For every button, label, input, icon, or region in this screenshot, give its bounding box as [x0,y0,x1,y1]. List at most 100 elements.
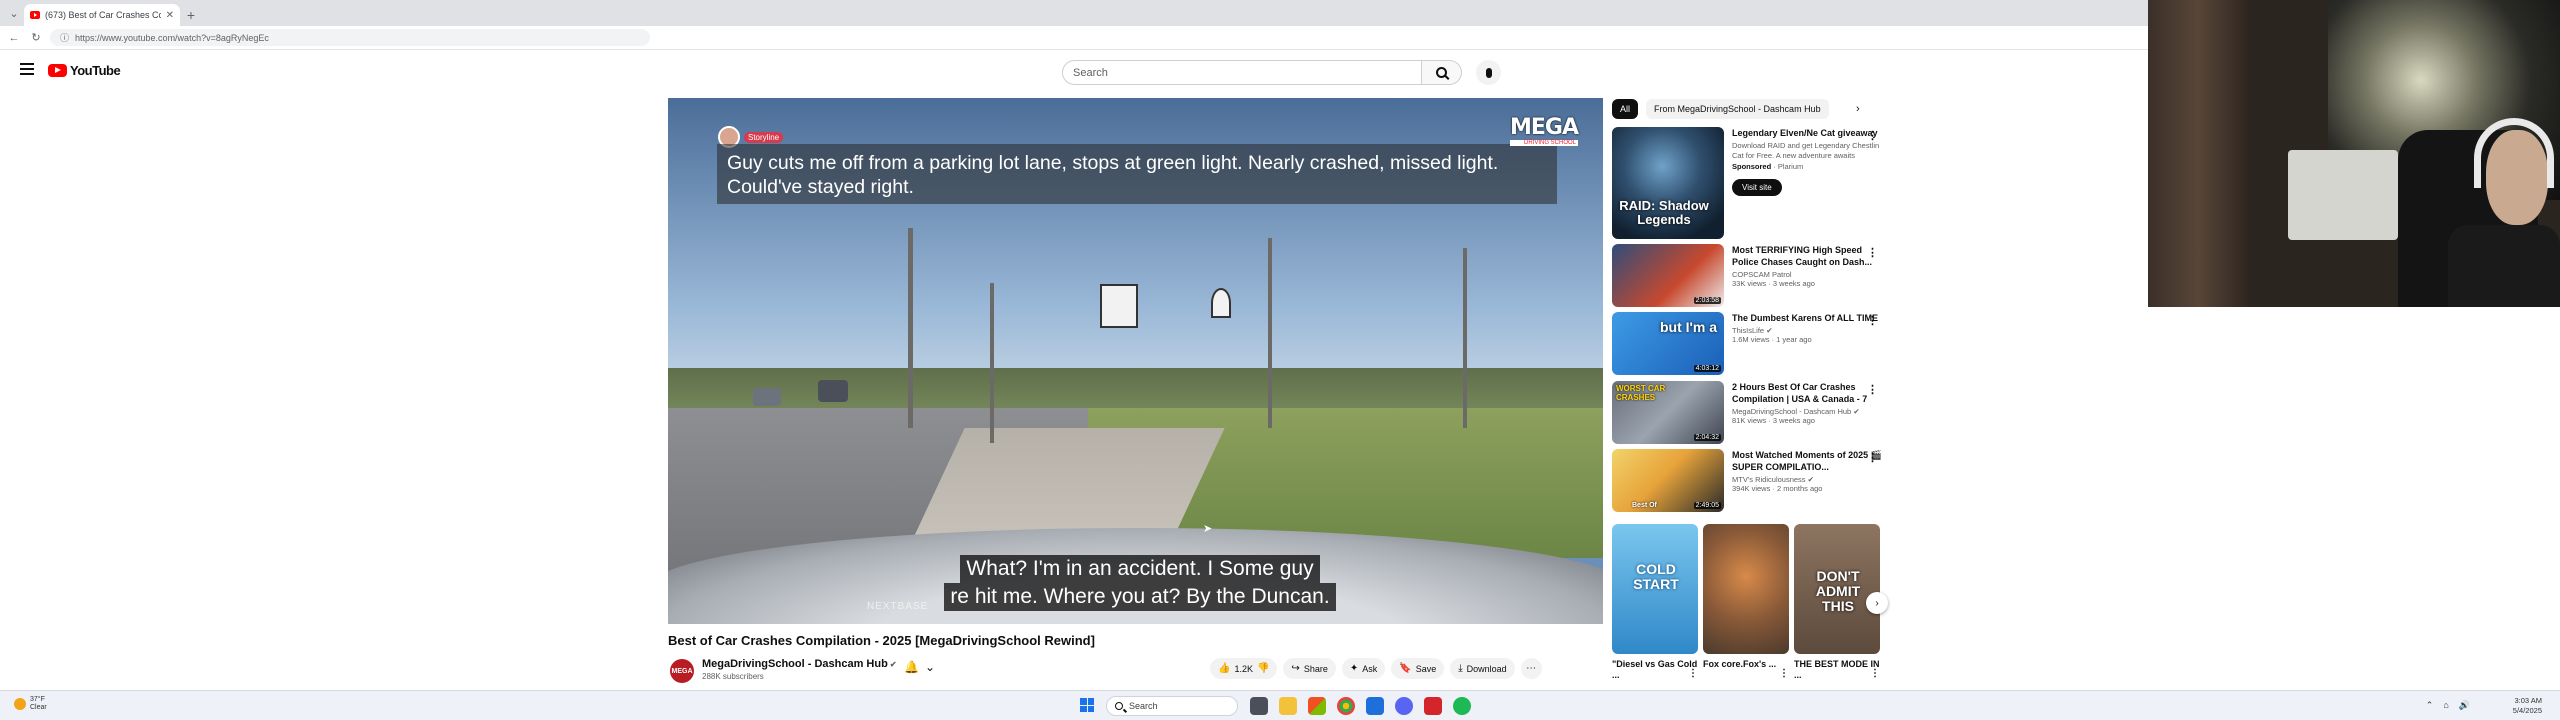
voice-search-button[interactable] [1476,60,1501,85]
new-tab-button[interactable]: + [180,4,202,26]
recommendation-title[interactable]: 2 Hours Best Of Car Crashes Compilation … [1732,381,1884,405]
windows-start-icon[interactable] [1080,698,1094,712]
search-button[interactable] [1422,60,1462,85]
ad-menu-icon[interactable]: ⋮ [1867,129,1878,142]
video-duration: 2:03:58 [1693,297,1721,304]
discord-icon[interactable] [1395,697,1413,715]
recommendation-menu-icon[interactable]: ⋮ [1867,314,1878,327]
taskbar-clock[interactable]: 3:03 AM 5/4/2025 [2513,696,2542,716]
shorts-next-chevron-icon[interactable]: › [1866,592,1888,614]
short-item[interactable]: Fox core.Fox's ... ⋮ [1703,524,1789,681]
share-button[interactable]: ↪ Share [1283,658,1336,679]
subscriber-count: 288K subscribers [702,672,764,681]
short-menu-icon[interactable]: ⋮ [1779,668,1789,679]
sponsored-ad[interactable]: RAID: Shadow Legends Legendary Elven/Ne … [1612,127,1884,239]
subscription-bell-button[interactable]: 🔔 ⌄ [904,660,935,674]
chip-from-channel[interactable]: From MegaDrivingSchool - Dashcam Hub [1646,99,1829,119]
short-title[interactable]: Fox core.Fox's ... [1703,659,1789,670]
youtube-logo[interactable]: YouTube [48,63,121,78]
recommendation-channel[interactable]: COPSCAM Patrol [1732,270,1884,279]
visit-site-button[interactable]: Visit site [1732,179,1782,196]
download-label: Download [1466,663,1507,674]
short-item[interactable]: COLD START "Diesel vs Gas Cold ... ⋮ [1612,524,1698,681]
task-view-icon[interactable] [1250,697,1268,715]
verified-icon: ✔ [1853,407,1860,416]
youtube-wordmark: YouTube [70,63,121,78]
short-menu-icon[interactable]: ⋮ [1688,668,1698,679]
recommendation-thumbnail[interactable]: 2:03:58 [1612,244,1724,307]
recommendation-title[interactable]: The Dumbest Karens Of ALL TIME [1732,312,1884,324]
ad-advertiser: Plarium [1777,162,1804,171]
download-icon: ⤓ [1458,663,1463,674]
channel-text: ThisIsLife [1732,326,1765,335]
site-info-icon[interactable]: ⓘ [60,31,69,44]
chrome-icon[interactable] [1337,697,1355,715]
recommendation-menu-icon[interactable]: ⋮ [1867,451,1878,464]
storyline-label: Storyline [744,131,784,143]
like-count[interactable]: 1.2K [1234,664,1253,674]
app-icon[interactable] [1424,697,1442,715]
chips-next-chevron-icon[interactable]: › [1856,103,1860,115]
recommendation-thumbnail[interactable]: WORST CAR CRASHES 2:04:32 [1612,381,1724,444]
search-input[interactable]: Search [1062,60,1422,85]
download-button[interactable]: ⤓ Download [1450,658,1515,679]
video-player[interactable]: Storyline Guy cuts me off from a parking… [668,98,1603,624]
channel-name[interactable]: MegaDrivingSchool - Dashcam Hub ✔ [702,658,897,670]
short-thumbnail[interactable] [1703,524,1789,654]
taskbar-search[interactable]: Search [1106,696,1238,716]
more-actions-icon[interactable]: ⋯ [1520,658,1542,679]
browser-tab-active[interactable]: (673) Best of Car Crashes Co ✕ [24,4,180,26]
weather-widget[interactable]: 37°F Clear [14,696,47,712]
tab-list-chevron-icon[interactable]: ⌄ [4,0,24,26]
share-icon: ↪ [1291,663,1300,674]
taskbar-search-icon [1115,702,1123,710]
recommendation-item[interactable]: Best Of 2:49:05 Most Watched Moments of … [1612,449,1884,512]
address-bar[interactable]: ⓘ https://www.youtube.com/watch?v=8agRyN… [50,29,650,46]
chip-all[interactable]: All [1612,99,1639,119]
short-menu-icon[interactable]: ⋮ [1870,668,1880,679]
taskbar-search-label: Search [1129,701,1158,711]
webcam-overlay [2148,0,2560,307]
recommendation-thumbnail[interactable]: Best Of 2:49:05 [1612,449,1724,512]
ad-title[interactable]: Legendary Elven/Ne Cat giveaway [1732,127,1884,139]
channel-watermark: MEGA DRIVING SCHOOL [1509,115,1579,146]
youtube-favicon-icon [30,11,40,19]
microsoft-store-icon[interactable] [1308,697,1326,715]
short-thumbnail[interactable]: DON'T ADMIT THIS [1794,524,1880,654]
ad-thumbnail[interactable]: RAID: Shadow Legends [1612,127,1724,239]
file-explorer-icon[interactable] [1279,697,1297,715]
dislike-icon[interactable]: 👎 [1257,663,1269,674]
webcam-headphones [2474,118,2554,188]
recommendation-item[interactable]: but I'm a 4:03:12 The Dumbest Karens Of … [1612,312,1884,375]
volume-icon[interactable]: 🔊 [2459,700,2470,711]
reload-icon[interactable]: ↻ [28,30,44,46]
recommendation-item[interactable]: 2:03:58 Most TERRIFYING High Speed Polic… [1612,244,1884,307]
network-icon[interactable]: ⌂ [2443,700,2448,711]
short-title[interactable]: THE BEST MODE IN ... [1794,659,1880,681]
channel-text: MegaDrivingSchool - Dashcam Hub [1732,407,1852,416]
recommendation-channel[interactable]: MegaDrivingSchool - Dashcam Hub ✔ [1732,407,1884,416]
save-button[interactable]: 🔖 Save [1391,658,1445,679]
short-thumbnail[interactable]: COLD START [1612,524,1698,654]
recommendation-item[interactable]: WORST CAR CRASHES 2:04:32 2 Hours Best O… [1612,381,1884,444]
save-label: Save [1415,663,1437,674]
recommendation-channel[interactable]: MTV's Ridiculousness ✔ [1732,475,1884,484]
ask-button[interactable]: ✦ Ask [1341,658,1386,679]
tray-chevron-icon[interactable]: ⌃ [2426,700,2434,711]
recommendation-channel[interactable]: ThisIsLife ✔ [1732,326,1884,335]
recommendation-menu-icon[interactable]: ⋮ [1867,383,1878,396]
tab-close-icon[interactable]: ✕ [166,10,174,21]
like-icon[interactable]: 👍 [1218,663,1230,674]
channel-avatar[interactable]: MEGA [670,659,694,683]
short-title[interactable]: "Diesel vs Gas Cold ... [1612,659,1698,681]
outlook-icon[interactable] [1366,697,1384,715]
video-frame-sign [1100,284,1138,328]
back-arrow-icon[interactable]: ← [6,30,22,46]
recommendation-title[interactable]: Most TERRIFYING High Speed Police Chases… [1732,244,1884,268]
spotify-icon[interactable] [1453,697,1471,715]
filter-chips: All From MegaDrivingSchool - Dashcam Hub [1612,99,1829,119]
recommendation-title[interactable]: Most Watched Moments of 2025 🎬 SUPER COM… [1732,449,1884,473]
recommendation-menu-icon[interactable]: ⋮ [1867,246,1878,259]
recommendation-thumbnail[interactable]: but I'm a 4:03:12 [1612,312,1724,375]
hamburger-menu-icon[interactable] [20,63,34,75]
